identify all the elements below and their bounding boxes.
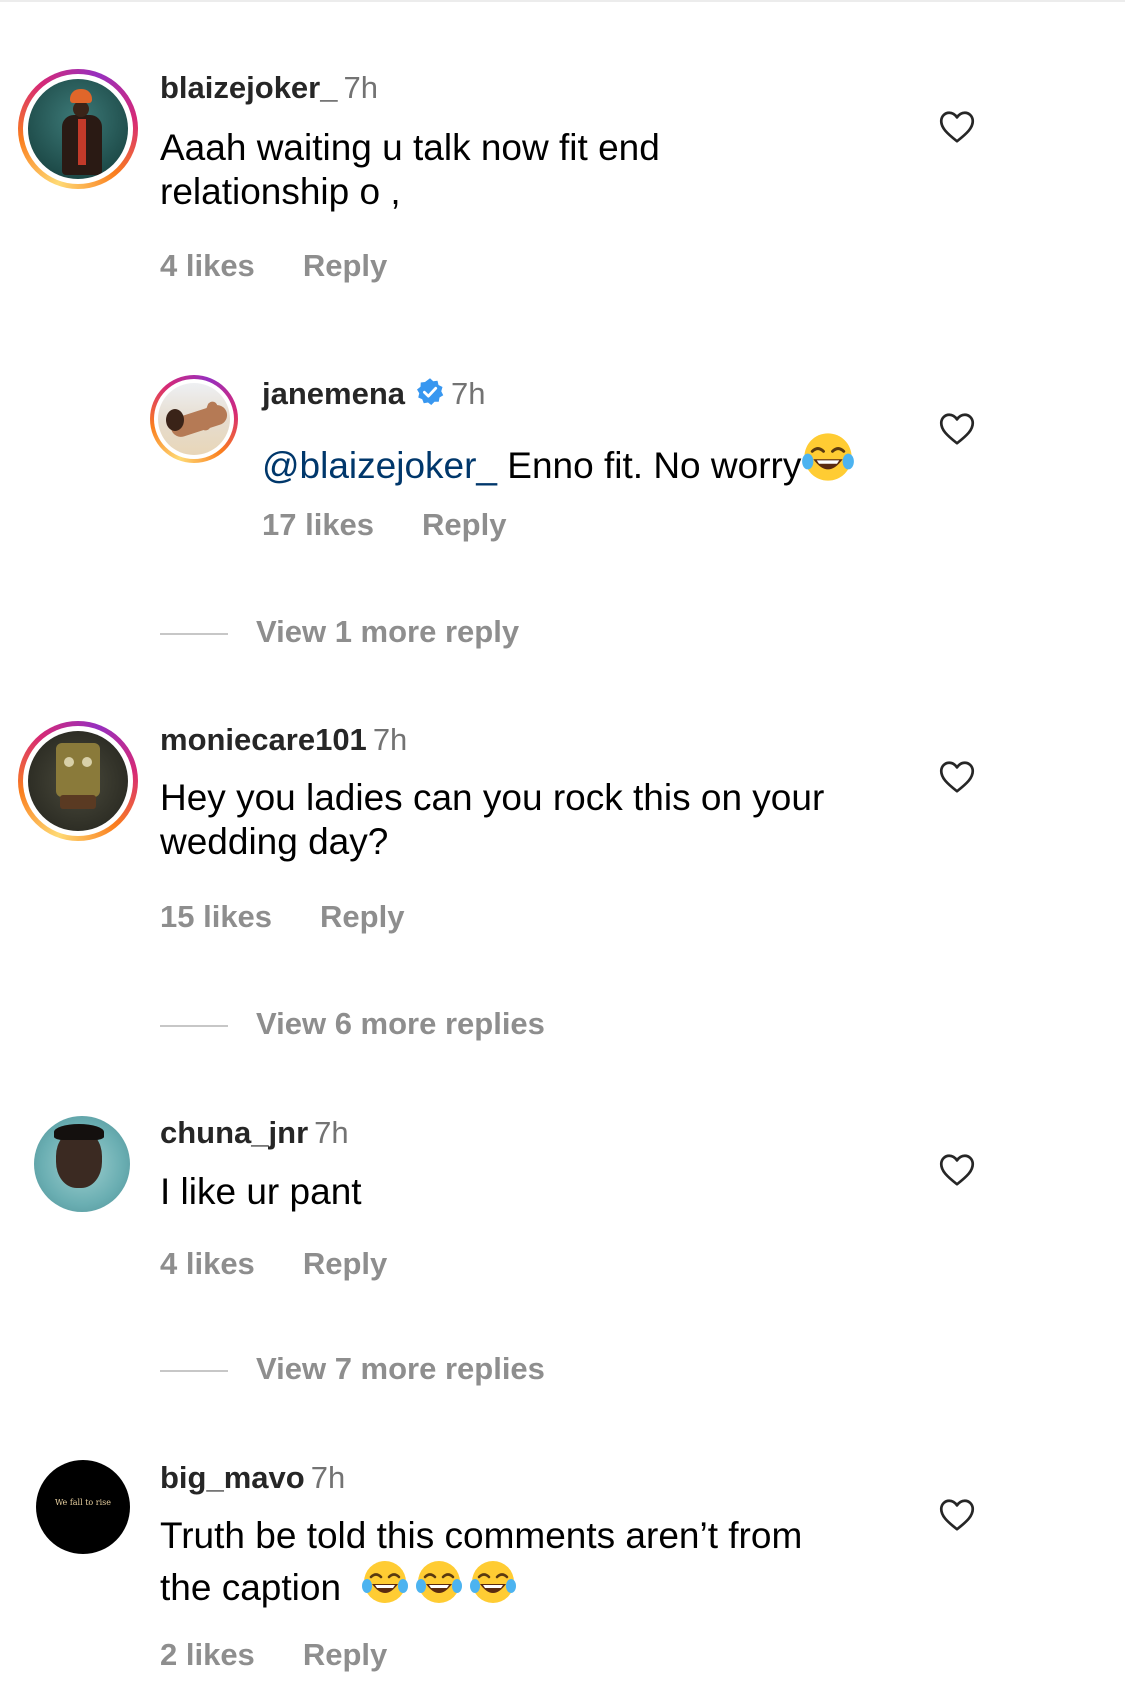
avatar[interactable] [18, 69, 138, 189]
divider-line [160, 1024, 228, 1027]
comment-username[interactable]: big_mavo 7h [160, 1460, 345, 1496]
avatar[interactable] [34, 1116, 130, 1212]
likes-count[interactable]: 4 likes [160, 248, 255, 283]
laughing-crying-emoji-icon [362, 1561, 409, 1603]
heart-icon[interactable] [939, 412, 975, 446]
heart-icon[interactable] [939, 1153, 975, 1187]
verified-badge-icon [417, 378, 444, 405]
emoji-group [355, 1561, 517, 1608]
view-more-replies-button[interactable]: View 7 more replies [160, 1351, 545, 1387]
laughing-crying-emoji-icon [802, 433, 855, 481]
reply-button[interactable]: Reply [320, 899, 404, 934]
comment-text: Hey you ladies can you rock this on your… [160, 777, 825, 862]
reply-button[interactable]: Reply [303, 1246, 387, 1281]
comment-meta: 4 likes Reply [160, 248, 387, 284]
reply-button[interactable]: Reply [303, 248, 387, 283]
heart-icon[interactable] [939, 1498, 975, 1532]
comment-meta: 17 likes Reply [262, 507, 506, 543]
reply-button[interactable]: Reply [422, 507, 506, 542]
mention-link[interactable]: @blaizejoker_ [262, 445, 497, 486]
laughing-crying-emoji-icon [416, 1561, 463, 1603]
comment-meta: 2 likes Reply [160, 1637, 387, 1673]
divider-line [160, 632, 228, 635]
likes-count[interactable]: 17 likes [262, 507, 374, 542]
avatar-image [158, 383, 230, 455]
comment-time: 7h [343, 70, 378, 105]
avatar[interactable] [150, 375, 238, 463]
likes-count[interactable]: 15 likes [160, 899, 272, 934]
view-more-replies-button[interactable]: View 6 more replies [160, 1006, 545, 1042]
comment-text: @blaizejoker_ Enno fit. No worry [262, 430, 855, 488]
comment-username[interactable]: blaizejoker_ 7h [160, 70, 378, 106]
heart-icon[interactable] [939, 760, 975, 794]
comment-meta: 15 likes Reply [160, 899, 404, 935]
comment-text: Truth be told this comments aren’t from … [160, 1515, 803, 1608]
avatar[interactable]: We fall to rise [36, 1460, 130, 1554]
avatar-image [28, 731, 128, 831]
comment-time: 7h [372, 722, 408, 757]
comment-time: 7h [314, 1115, 349, 1150]
comment-username[interactable]: chuna_jnr 7h [160, 1115, 349, 1151]
avatar-image [28, 79, 128, 179]
comment-text: Aaah waiting u talk now fit end relation… [160, 127, 660, 212]
likes-count[interactable]: 2 likes [160, 1637, 255, 1672]
comment-time: 7h [451, 376, 486, 411]
comment-time: 7h [310, 1460, 346, 1495]
heart-icon[interactable] [939, 110, 975, 144]
comment-meta: 4 likes Reply [160, 1246, 387, 1282]
view-more-replies-button[interactable]: View 1 more reply [160, 614, 519, 650]
comment-username[interactable]: janemena 7h [262, 376, 486, 412]
likes-count[interactable]: 4 likes [160, 1246, 255, 1281]
reply-button[interactable]: Reply [303, 1637, 387, 1672]
divider-line [160, 1369, 228, 1372]
avatar[interactable] [18, 721, 138, 841]
avatar-image [34, 1116, 130, 1212]
top-divider [0, 0, 1125, 2]
laughing-crying-emoji-icon [470, 1561, 517, 1603]
comment-username[interactable]: moniecare101 7h [160, 722, 407, 758]
avatar-image: We fall to rise [36, 1460, 130, 1554]
comment-text: I like ur pant [160, 1171, 362, 1212]
